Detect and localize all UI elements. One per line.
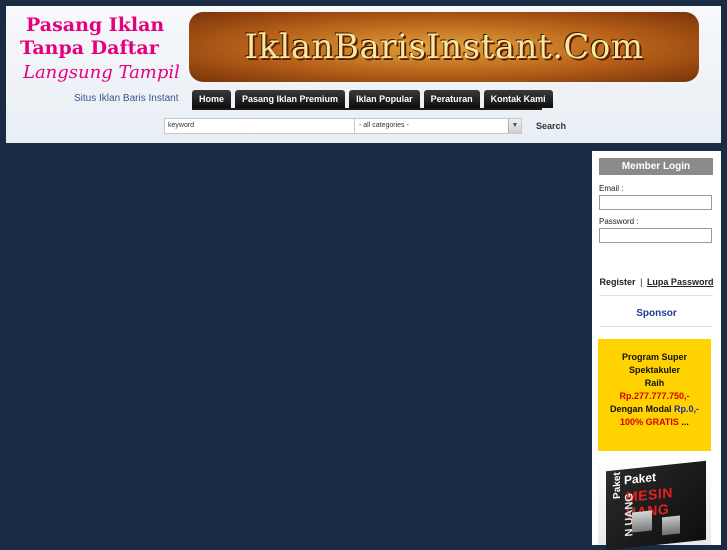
- forgot-password-link[interactable]: Lupa Password: [647, 277, 714, 287]
- password-field[interactable]: [599, 228, 712, 243]
- dropdown-arrow-icon[interactable]: ▼: [508, 119, 521, 133]
- password-label: Password :: [599, 217, 639, 226]
- box-side-label: Paket: [611, 471, 623, 500]
- ad-line: Spektakuler: [628, 365, 681, 375]
- box-cube-graphic: [662, 515, 680, 536]
- email-label: Email :: [599, 184, 624, 193]
- slogan-line-3: Langsung Tampil: [23, 62, 180, 83]
- ad-ellipsis: ...: [681, 417, 689, 427]
- site-logo-banner[interactable]: IklanBarisInstant.Com: [189, 12, 699, 82]
- main-nav: Home Pasang Iklan Premium Iklan Popular …: [192, 90, 553, 108]
- search-button[interactable]: Search: [536, 118, 566, 134]
- ad-modal-value: Rp.0,-: [674, 404, 700, 414]
- login-links: Register | Lupa Password: [592, 277, 721, 287]
- ad-line: Raih: [644, 378, 665, 388]
- site-tagline: Situs Iklan Baris Instant: [74, 93, 179, 104]
- email-field[interactable]: [599, 195, 712, 210]
- ad-line: 100% GRATIS ...: [598, 416, 711, 429]
- nav-pasang-iklan-premium[interactable]: Pasang Iklan Premium: [235, 90, 346, 108]
- member-login-title: Member Login: [599, 158, 713, 175]
- nav-kontak-kami[interactable]: Kontak Kami: [483, 90, 553, 108]
- nav-home[interactable]: Home: [192, 90, 232, 108]
- product-box-image: Paket Paket MESIN UANG N UANG: [606, 460, 706, 550]
- keyword-input[interactable]: keyword: [164, 118, 358, 134]
- box-cube-graphic: [632, 510, 652, 533]
- slogan-line-2: Tanpa Daftar: [20, 37, 159, 59]
- sponsor-heading: Sponsor: [636, 308, 677, 319]
- nav-underline: [192, 108, 542, 110]
- sidebar-divider: [599, 295, 713, 296]
- link-separator: |: [640, 277, 643, 287]
- ad-line: Program Super: [621, 352, 688, 362]
- nav-iklan-popular[interactable]: Iklan Popular: [349, 90, 420, 108]
- sidebar-divider: [599, 326, 713, 327]
- site-header: Pasang Iklan Tanpa Daftar Langsung Tampi…: [6, 6, 721, 143]
- box-top-label: Paket: [624, 469, 657, 488]
- ad-modal-label: Dengan Modal: [609, 404, 672, 414]
- right-sidebar: Member Login Email : Password : Register…: [592, 151, 721, 550]
- slogan-line-1: Pasang Iklan: [26, 14, 165, 36]
- sponsor-ad-mesin-uang[interactable]: Paket Paket MESIN UANG N UANG: [598, 460, 711, 550]
- ad-price: Rp.277.777.750,-: [619, 391, 690, 401]
- ad-gratis: 100% GRATIS: [620, 417, 679, 427]
- site-logo-text: IklanBarisInstant.Com: [244, 27, 644, 67]
- category-select-value: - all categories -: [359, 122, 409, 129]
- sponsor-ad-program[interactable]: Program Super Spektakuler Raih Rp.277.77…: [598, 339, 711, 451]
- category-select[interactable]: - all categories - ▼: [354, 118, 522, 134]
- register-link[interactable]: Register: [600, 277, 636, 287]
- nav-peraturan[interactable]: Peraturan: [423, 90, 480, 108]
- ad-line: Dengan Modal Rp.0,-: [598, 403, 711, 416]
